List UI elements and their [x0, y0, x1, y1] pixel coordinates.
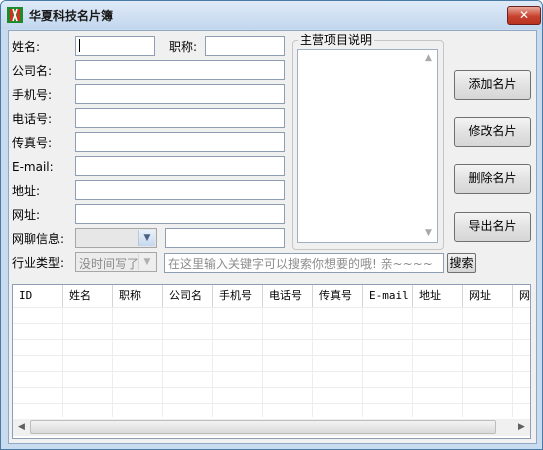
- scroll-up-icon[interactable]: ▲: [420, 50, 437, 67]
- column-divider: [362, 307, 363, 417]
- column-divider: [512, 307, 513, 417]
- business-scrollbar[interactable]: ▲ ▼: [420, 50, 437, 242]
- website-label: 网址:: [12, 208, 41, 222]
- im-input[interactable]: [165, 228, 285, 248]
- column-header-id[interactable]: ID: [13, 285, 63, 307]
- mobile-label: 手机号:: [12, 88, 53, 102]
- cards-table[interactable]: ID 姓名 职称 公司名 手机号 电话号 传真号 E-mail 地址 网址 网: [12, 284, 531, 439]
- search-button[interactable]: 搜索: [447, 253, 476, 273]
- column-header-mobile[interactable]: 手机号: [213, 285, 263, 307]
- company-label: 公司名:: [12, 64, 53, 78]
- table-row[interactable]: [13, 355, 530, 371]
- column-header-title[interactable]: 职称: [113, 285, 163, 307]
- client-area: 姓名: 职称: 公司名: 手机号: 电话号: 传真号: E-mail: 地址: …: [8, 30, 537, 444]
- business-group-title: 主营项目说明: [298, 33, 375, 47]
- im-label: 网聊信息:: [12, 232, 65, 246]
- column-header-fax[interactable]: 传真号: [313, 285, 363, 307]
- phone-label: 电话号:: [12, 112, 53, 126]
- fax-input[interactable]: [75, 132, 285, 152]
- table-row[interactable]: [13, 371, 530, 387]
- column-divider: [112, 307, 113, 417]
- company-input[interactable]: [75, 60, 285, 80]
- scrollbar-thumb[interactable]: [30, 420, 496, 434]
- job-title-input[interactable]: [205, 36, 285, 56]
- industry-label: 行业类型:: [12, 256, 65, 270]
- table-row[interactable]: [13, 323, 530, 339]
- column-header-company[interactable]: 公司名: [163, 285, 213, 307]
- chevron-down-icon[interactable]: ▼: [138, 230, 155, 246]
- mobile-input[interactable]: [75, 84, 285, 104]
- scroll-down-icon[interactable]: ▼: [420, 225, 437, 242]
- column-divider: [462, 307, 463, 417]
- column-header-address[interactable]: 地址: [413, 285, 463, 307]
- fax-label: 传真号:: [12, 136, 53, 150]
- scroll-left-icon[interactable]: ◀: [13, 419, 30, 436]
- export-card-button[interactable]: 导出名片: [454, 212, 531, 242]
- im-type-select[interactable]: ▼: [75, 228, 157, 248]
- table-row[interactable]: [13, 339, 530, 355]
- email-label: E-mail:: [12, 160, 54, 174]
- address-input[interactable]: [75, 180, 285, 200]
- column-header-name[interactable]: 姓名: [63, 285, 113, 307]
- column-header-more[interactable]: 网: [513, 285, 530, 307]
- edit-card-button[interactable]: 修改名片: [454, 117, 531, 147]
- title-bar[interactable]: 华夏科技名片簿 ✕: [1, 1, 542, 29]
- app-logo-icon: [7, 7, 23, 23]
- app-window: 华夏科技名片簿 ✕ 姓名: 职称: 公司名: 手机号: 电话号: 传真号: E-…: [0, 0, 543, 450]
- column-divider: [162, 307, 163, 417]
- horizontal-scrollbar[interactable]: ◀ ▶: [13, 419, 530, 436]
- name-label: 姓名:: [12, 40, 41, 54]
- industry-select[interactable]: 没时间写了 ▼: [75, 252, 157, 272]
- column-header-email[interactable]: E-mail: [363, 285, 413, 307]
- scroll-right-icon[interactable]: ▶: [513, 419, 530, 436]
- business-textarea[interactable]: ▲ ▼: [297, 49, 438, 243]
- chevron-down-icon[interactable]: ▼: [138, 254, 155, 270]
- name-input[interactable]: [75, 36, 155, 56]
- close-button[interactable]: ✕: [507, 6, 541, 25]
- column-divider: [212, 307, 213, 417]
- website-input[interactable]: [75, 204, 285, 224]
- table-row[interactable]: [13, 307, 530, 323]
- column-divider: [62, 307, 63, 417]
- phone-input[interactable]: [75, 108, 285, 128]
- column-header-website[interactable]: 网址: [463, 285, 513, 307]
- add-card-button[interactable]: 添加名片: [454, 70, 531, 100]
- table-row[interactable]: [13, 387, 530, 403]
- delete-card-button[interactable]: 删除名片: [454, 164, 531, 194]
- column-header-phone[interactable]: 电话号: [263, 285, 313, 307]
- table-row[interactable]: [13, 403, 530, 419]
- industry-value: 没时间写了: [79, 257, 140, 271]
- window-title: 华夏科技名片簿: [29, 9, 114, 23]
- column-divider: [262, 307, 263, 417]
- search-input[interactable]: 在这里输入关键字可以搜索你想要的哦! 亲~~~~: [164, 253, 444, 273]
- address-label: 地址:: [12, 184, 41, 198]
- email-input[interactable]: [75, 156, 285, 176]
- column-divider: [312, 307, 313, 417]
- job-title-label: 职称:: [169, 40, 198, 54]
- column-divider: [412, 307, 413, 417]
